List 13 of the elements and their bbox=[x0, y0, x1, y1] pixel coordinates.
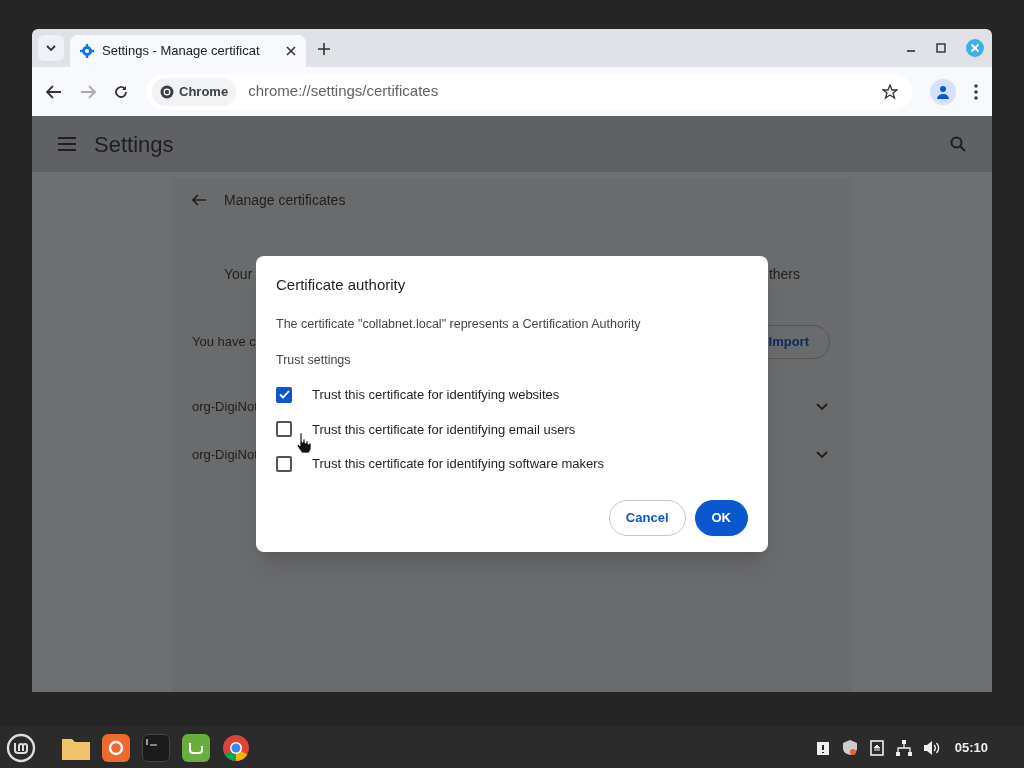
info-text: You have c bbox=[192, 333, 256, 352]
option-label: Trust this certificate for identifying websites bbox=[312, 386, 560, 404]
settings-title: Settings bbox=[94, 130, 175, 159]
intro-text: Your bbox=[224, 265, 253, 284]
section-label: Trust settings bbox=[276, 352, 352, 370]
option-label: Trust this certificate for identifying email users bbox=[312, 420, 576, 439]
dialog-message: The certificate "collabnet.local" represents a Certification Authority bbox=[276, 315, 642, 333]
dialog-title: Certificate authority bbox=[276, 275, 407, 295]
tab-title: Settings - Manage certificat bbox=[102, 42, 261, 61]
url-text: chrome://settings/certificates bbox=[248, 81, 440, 102]
option-label: Trust this certificate for identifying software makers bbox=[312, 455, 605, 473]
page-title: Manage certificates bbox=[224, 190, 346, 210]
intro-text: thers bbox=[768, 265, 800, 284]
